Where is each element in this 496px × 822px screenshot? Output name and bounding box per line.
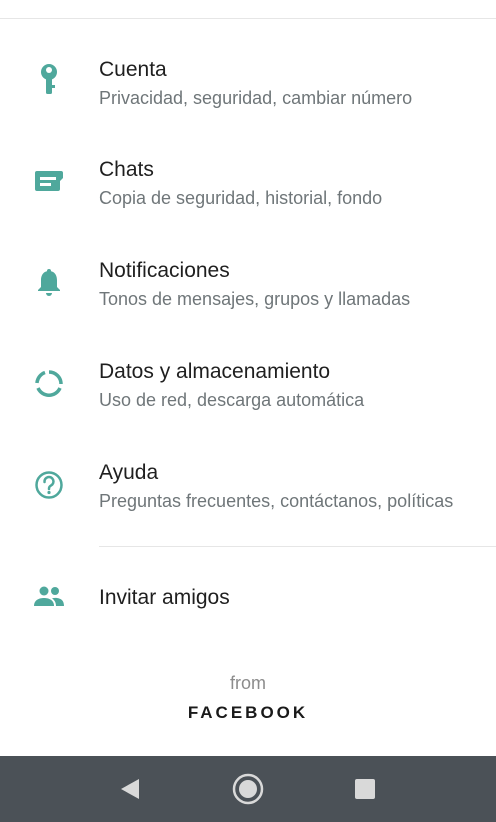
settings-item-subtitle: Copia de seguridad, historial, fondo bbox=[99, 188, 383, 208]
people-icon bbox=[32, 580, 66, 614]
settings-item-subtitle: Preguntas frecuentes, contáctanos, polít… bbox=[99, 491, 454, 511]
settings-item-subtitle: Tonos de mensajes, grupos y llamadas bbox=[99, 289, 411, 309]
top-divider bbox=[0, 18, 496, 19]
key-icon bbox=[32, 62, 66, 96]
help-icon bbox=[32, 468, 66, 502]
footer-brand-logo: FACEBOOK bbox=[187, 703, 309, 722]
settings-item-notifications[interactable]: Notificaciones Tonos de mensajes, grupos… bbox=[0, 259, 496, 359]
settings-item-subtitle: Privacidad, seguridad, cambiar número bbox=[99, 88, 413, 108]
settings-item-title: Ayuda bbox=[99, 461, 159, 484]
home-icon[interactable] bbox=[228, 769, 268, 809]
recents-icon[interactable] bbox=[345, 769, 385, 809]
settings-item-title: Chats bbox=[99, 158, 154, 181]
chat-icon bbox=[32, 164, 66, 198]
settings-item-title: Invitar amigos bbox=[99, 586, 230, 609]
settings-item-subtitle: Uso de red, descarga automática bbox=[99, 390, 365, 410]
settings-item-title: Datos y almacenamiento bbox=[99, 360, 331, 383]
settings-item-chats[interactable]: Chats Copia de seguridad, historial, fon… bbox=[0, 158, 496, 258]
bell-icon bbox=[32, 265, 66, 299]
settings-item-invite-friends[interactable]: Invitar amigos bbox=[0, 586, 496, 626]
settings-item-account[interactable]: Cuenta Privacidad, seguridad, cambiar nú… bbox=[0, 58, 496, 158]
back-icon[interactable] bbox=[110, 769, 150, 809]
settings-item-title: Notificaciones bbox=[99, 259, 230, 282]
system-navigation-bar bbox=[0, 756, 496, 822]
settings-item-title: Cuenta bbox=[99, 58, 167, 81]
data-usage-icon bbox=[32, 367, 66, 401]
settings-item-data-storage[interactable]: Datos y almacenamiento Uso de red, desca… bbox=[0, 360, 496, 460]
section-divider bbox=[99, 546, 496, 547]
footer-from-label: from bbox=[230, 673, 266, 693]
